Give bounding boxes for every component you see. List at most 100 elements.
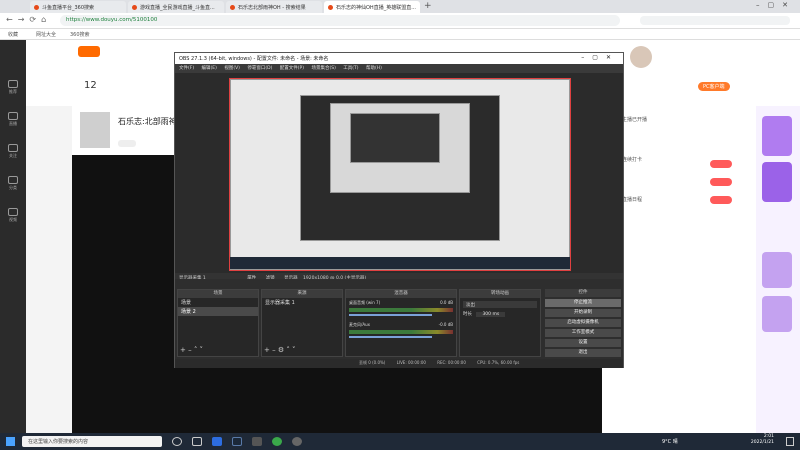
stop-streaming-button[interactable]: 停止推流 (545, 299, 621, 307)
nav-item[interactable]: 分类 (4, 176, 22, 196)
obs-icon[interactable] (292, 437, 302, 446)
site-left-nav: 推荐 直播 关注 分类 视频 (0, 40, 26, 433)
promo-banner[interactable] (762, 296, 792, 332)
nav-item[interactable]: 视频 (4, 208, 22, 228)
duration-input[interactable]: 300 ms (476, 312, 506, 317)
preview-nested-obs (350, 113, 440, 163)
live-time: LIVE: 00:00:00 (396, 360, 426, 365)
virtual-camera-button[interactable]: 启动虚拟摄像机 (545, 319, 621, 327)
preview-nested-taskbar (230, 257, 570, 269)
menu-profile[interactable]: 配置文件(P) (280, 66, 304, 71)
mixer-channel: 麦克风/Aux -0.0 dB (346, 318, 456, 342)
new-tab-button[interactable]: + (424, 1, 432, 11)
side-ad-column (756, 106, 800, 433)
tag-badge (118, 140, 136, 147)
menu-tools[interactable]: 工具(T) (343, 66, 358, 71)
promo-banner[interactable] (762, 252, 792, 288)
browser-search-box[interactable] (640, 16, 790, 25)
browser-tab[interactable]: 斗鱼直播平台_360搜索 (30, 1, 126, 13)
steam-icon[interactable] (232, 437, 242, 446)
taskbar-clock[interactable]: 2:01 2022/1/21 (751, 434, 774, 446)
nav-label: 分类 (9, 185, 17, 190)
nav-buttons[interactable]: ←→⟳⌂ (6, 15, 51, 24)
menu-scene-collection[interactable]: 场景集合(S) (311, 66, 335, 71)
studio-mode-button[interactable]: 工作室模式 (545, 329, 621, 337)
menu-view[interactable]: 视图(V) (224, 66, 240, 71)
task-view-icon[interactable] (192, 437, 202, 446)
browser-tab-bar: 斗鱼直播平台_360搜索 游戏直播_全民游戏直播_斗鱼直... 石乐志北部雨神O… (0, 0, 800, 13)
mixer-dock: 混音器 桌面音频 (win 7) 0.0 dB 麦克风/Aux -0.0 dB (345, 289, 457, 357)
gift-badge[interactable] (710, 196, 732, 204)
scene-item-selected[interactable]: 场景 2 (178, 307, 258, 316)
menu-edit[interactable]: 编辑(E) (202, 66, 217, 71)
obs-window-controls[interactable]: –▢✕ (581, 54, 619, 61)
obs-preview-canvas[interactable] (229, 78, 571, 271)
gift-badge[interactable] (710, 160, 732, 168)
side-text: 直播日程 (622, 197, 643, 203)
address-bar: ←→⟳⌂ https://www.douyu.com/5100100 (0, 13, 800, 29)
taskbar-search-input[interactable]: 在这里输入你要搜索的内容 (22, 436, 162, 447)
bookmark-item[interactable]: 收藏 (8, 31, 18, 38)
duration-row: 时长 300 ms (463, 311, 537, 317)
weather-widget[interactable]: 9°C 晴 (662, 438, 678, 445)
transitions-dock: 转场动画 淡出 时长 300 ms (459, 289, 541, 357)
app-icon[interactable] (252, 437, 262, 446)
url-input[interactable]: https://www.douyu.com/5100100 (60, 15, 620, 26)
streamer-avatar[interactable] (80, 112, 110, 148)
nav-item[interactable]: 关注 (4, 144, 22, 164)
start-recording-button[interactable]: 开始录制 (545, 309, 621, 317)
scene-item[interactable]: 场景 (178, 298, 258, 307)
transition-select[interactable]: 淡出 (463, 301, 537, 308)
scenes-title: 场景 (178, 290, 258, 298)
follow-icon (8, 144, 18, 152)
channel-db: -0.0 dB (438, 322, 453, 327)
sources-title: 来源 (262, 290, 342, 298)
menu-help[interactable]: 帮助(H) (366, 66, 382, 71)
volume-meter (349, 308, 453, 312)
streamer-name: 石乐志:北部雨神3 (118, 117, 182, 126)
sources-dock: 来源 显示器采集 1 + – ⚙ ˄ ˅ (261, 289, 343, 357)
nav-item[interactable]: 直播 (4, 112, 22, 132)
obs-docks: 场景 场景 场景 2 + – ˄ ˅ 来源 显示器采集 1 + – ⚙ ˄ ˅ … (175, 279, 623, 367)
video-icon (8, 208, 18, 216)
controls-title: 控件 (545, 289, 621, 297)
promo-banner[interactable] (762, 162, 792, 202)
volume-slider[interactable] (349, 336, 433, 338)
bookmark-item[interactable]: 360搜索 (70, 31, 90, 38)
menu-docks[interactable]: 停靠窗口(D) (247, 66, 272, 71)
promo-banner[interactable] (762, 116, 792, 156)
scenes-dock-buttons[interactable]: + – ˄ ˅ (180, 346, 203, 354)
nav-label: 关注 (9, 153, 17, 158)
windows-taskbar: 在这里输入你要搜索的内容 9°C 晴 2:01 2022/1/21 (0, 433, 800, 450)
browser-tab[interactable]: 石乐志北部雨神OH - 搜索结果 (226, 1, 322, 13)
exit-button[interactable]: 退出 (545, 349, 621, 357)
gift-badge[interactable] (710, 178, 732, 186)
window-controls[interactable]: –▢✕ (756, 1, 796, 9)
bookmark-item[interactable]: 网址大全 (36, 31, 56, 38)
edge-icon[interactable] (212, 437, 222, 446)
clock-date: 2022/1/21 (750, 440, 774, 445)
sources-dock-buttons[interactable]: + – ⚙ ˄ ˅ (264, 346, 296, 354)
tab-label: 游戏直播_全民游戏直播_斗鱼直... (140, 4, 215, 11)
browser-tab-active[interactable]: 石乐志的神仙OH直播_英雄联盟直... (324, 1, 420, 13)
task-view-icon[interactable] (172, 437, 182, 446)
home-icon (8, 80, 18, 88)
channel-name: 麦克风/Aux (349, 322, 370, 327)
volume-slider[interactable] (349, 314, 433, 316)
menu-file[interactable]: 文件(F) (179, 66, 194, 71)
douyu-logo[interactable] (78, 46, 100, 57)
level-number: 12 (84, 80, 97, 91)
user-avatar[interactable] (630, 46, 652, 68)
browser-360-icon[interactable] (272, 437, 282, 446)
channel-db: 0.0 dB (440, 300, 453, 305)
nav-label: 视频 (9, 217, 17, 222)
nav-item[interactable]: 推荐 (4, 80, 22, 100)
start-icon[interactable] (6, 437, 15, 446)
pc-client-button[interactable]: PC客户端 (698, 82, 730, 91)
settings-button[interactable]: 设置 (545, 339, 621, 347)
source-item[interactable]: 显示器采集 1 (262, 298, 342, 307)
browser-tab[interactable]: 游戏直播_全民游戏直播_斗鱼直... (128, 1, 224, 13)
notification-icon[interactable] (786, 437, 794, 446)
volume-meter (349, 330, 453, 334)
chat-panel: 主播已开播 连续打卡 直播日程 (602, 106, 756, 433)
